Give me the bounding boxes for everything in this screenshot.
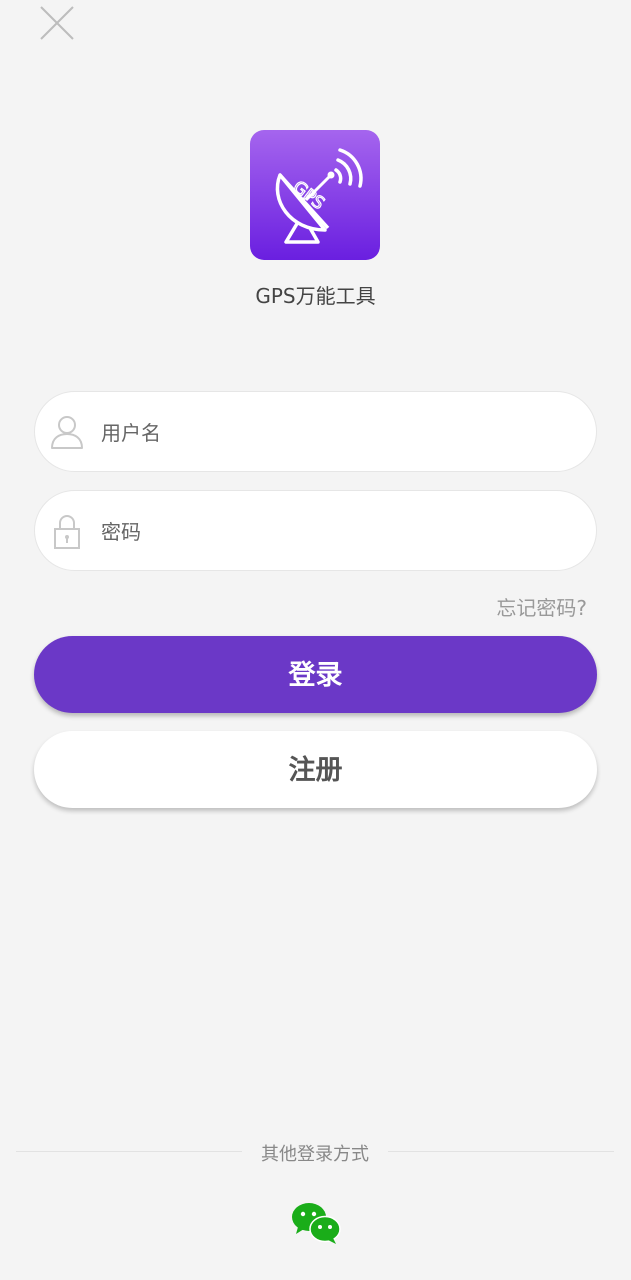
register-button[interactable]: 注册 — [34, 731, 597, 808]
close-icon — [40, 6, 74, 40]
divider-line-right — [388, 1151, 614, 1152]
app-logo: GPS — [250, 130, 380, 260]
password-input[interactable] — [99, 491, 573, 572]
other-login-label: 其他登录方式 — [261, 1144, 369, 1165]
password-field[interactable] — [34, 490, 597, 572]
wechat-login-button[interactable] — [290, 1200, 342, 1246]
login-page: GPS GPS万能工具 忘记密码? 登录 注册 其他登录方式 — [0, 0, 631, 1280]
login-button[interactable]: 登录 — [34, 636, 597, 713]
username-input[interactable] — [99, 392, 573, 473]
forgot-password-link[interactable]: 忘记密码? — [496, 592, 587, 621]
user-icon — [51, 416, 83, 449]
lock-icon — [54, 515, 80, 549]
app-name: GPS万能工具 — [255, 284, 376, 308]
username-field[interactable] — [34, 391, 597, 473]
close-button[interactable] — [38, 4, 76, 42]
satellite-dish-icon: GPS — [250, 130, 380, 260]
other-login-divider: 其他登录方式 — [16, 1138, 614, 1166]
wechat-icon — [292, 1203, 341, 1244]
